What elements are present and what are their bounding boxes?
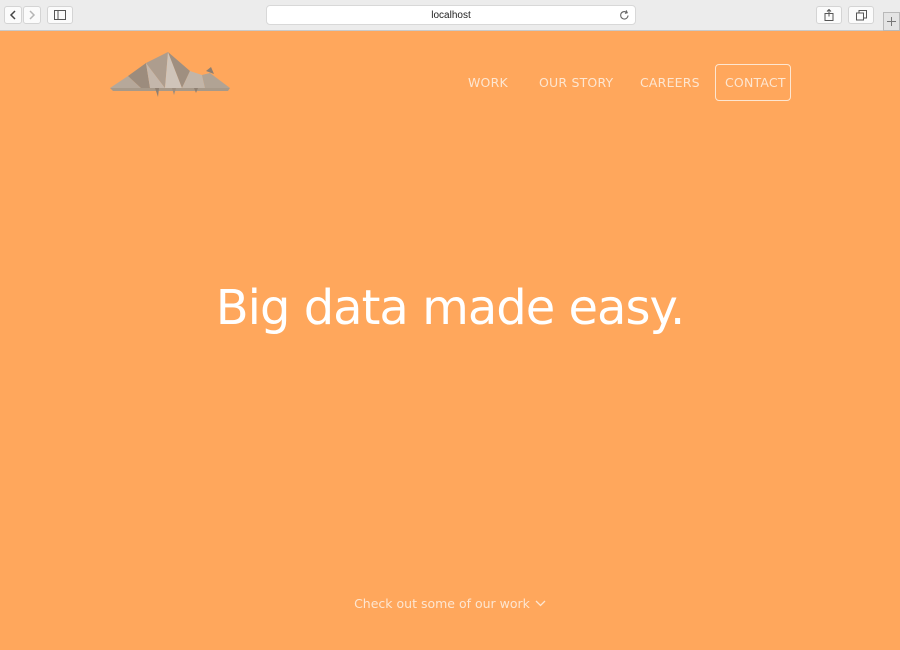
plus-icon: [887, 17, 896, 26]
sidebar-icon: [54, 10, 66, 20]
hero-headline: Big data made easy.: [215, 280, 686, 336]
sidebar-button[interactable]: [47, 6, 73, 24]
back-button[interactable]: [4, 6, 22, 24]
nav-item-contact[interactable]: CONTACT: [715, 64, 791, 101]
check-work-label: Check out some of our work: [354, 596, 530, 611]
browser-toolbar: localhost: [0, 0, 900, 31]
share-icon: [824, 9, 834, 21]
origami-animal-logo[interactable]: [110, 51, 232, 104]
nav-item-careers[interactable]: CAREERS: [640, 64, 700, 101]
check-work-link[interactable]: Check out some of our work: [0, 596, 900, 611]
chevron-down-icon: [535, 600, 546, 607]
nav-item-work[interactable]: WORK: [468, 64, 508, 101]
chevron-right-icon: [29, 10, 36, 20]
tabs-icon: [855, 9, 867, 20]
main-navigation: WORK OUR STORY CAREERS CONTACT: [455, 64, 791, 101]
forward-button[interactable]: [23, 6, 41, 24]
page-content: WORK OUR STORY CAREERS CONTACT Big data …: [0, 31, 900, 650]
reload-icon[interactable]: [619, 9, 630, 21]
share-button[interactable]: [816, 6, 842, 24]
new-tab-button[interactable]: [883, 12, 900, 31]
tabs-overview-button[interactable]: [848, 6, 874, 24]
nav-item-our-story[interactable]: OUR STORY: [539, 64, 613, 101]
address-bar[interactable]: localhost: [266, 5, 636, 25]
chevron-left-icon: [9, 10, 16, 20]
url-text: localhost: [431, 9, 471, 21]
